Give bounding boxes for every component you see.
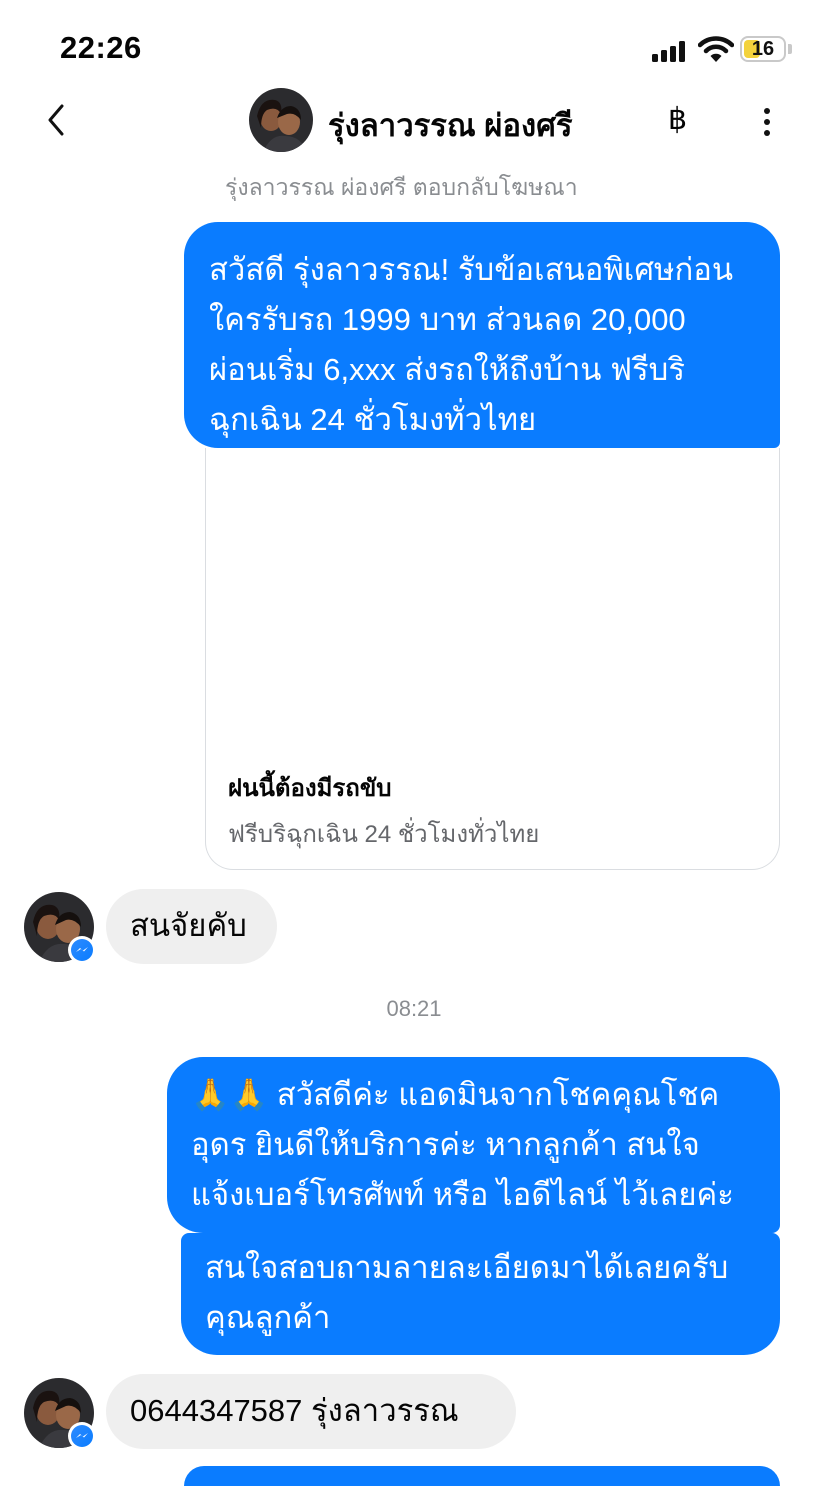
ad-card-subtitle: ฟรีบริฉุกเฉิน 24 ชั่วโมงทั่วไทย <box>228 821 540 848</box>
outgoing-message-partial[interactable] <box>184 1466 780 1486</box>
messenger-badge-icon <box>68 1422 96 1450</box>
more-options-icon[interactable] <box>760 104 774 140</box>
messenger-badge-icon <box>68 936 96 964</box>
battery-level: 16 <box>751 38 775 60</box>
wifi-icon <box>698 36 734 62</box>
outgoing-message[interactable]: 🙏🙏 สวัสดีค่ะ แอดมินจากโชคคุณโชค อุดร ยิน… <box>167 1057 780 1233</box>
ad-card-title: ฝนนี้ต้องมีรถขับ <box>228 775 392 802</box>
incoming-message[interactable]: สนจัยคับ <box>106 889 277 964</box>
message-line: สนใจสอบถามลายละเอียดมาได้เลยครับ <box>205 1250 729 1285</box>
ad-reply-note: รุ่งลาวรรณ ผ่องศรี ตอบกลับโฆษณา <box>225 174 578 200</box>
status-time: 22:26 <box>60 30 142 65</box>
message-line: แจ้งเบอร์โทรศัพท์ หรือ ไอดีไลน์ ไว้เลยค่… <box>191 1177 734 1212</box>
payment-baht-icon[interactable]: ฿ <box>668 102 687 137</box>
message-line: คุณลูกค้า <box>205 1300 331 1335</box>
cellular-signal-icon <box>652 40 688 62</box>
outgoing-message[interactable]: สวัสดี รุ่งลาวรรณ! รับข้อเสนอพิเศษก่อน ใ… <box>184 222 780 448</box>
message-line: สวัสดี รุ่งลาวรรณ! รับข้อเสนอพิเศษก่อน <box>209 252 734 287</box>
message-line: อุดร ยินดีให้บริการค่ะ หากลูกค้า สนใจ <box>191 1127 700 1162</box>
message-line: ใครรับรถ 1999 บาท ส่วนลด 20,000 <box>209 302 686 337</box>
message-line: 🙏🙏 สวัสดีค่ะ แอดมินจากโชคคุณโชค <box>191 1077 720 1112</box>
contact-name[interactable]: รุ่งลาวรรณ ผ่องศรี <box>328 100 573 150</box>
message-line: ฉุกเฉิน 24 ชั่วโมงทั่วไทย <box>209 402 537 437</box>
incoming-message[interactable]: 0644347587 รุ่งลาวรรณ <box>106 1374 516 1449</box>
message-timestamp: 08:21 <box>386 996 442 1021</box>
back-chevron-icon[interactable] <box>42 100 72 140</box>
message-line: ผ่อนเริ่ม 6,xxx ส่งรถให้ถึงบ้าน ฟรีบริ <box>209 352 686 387</box>
contact-avatar[interactable] <box>249 88 313 152</box>
battery-icon: 16 <box>740 36 786 62</box>
outgoing-message[interactable]: สนใจสอบถามลายละเอียดมาได้เลยครับ คุณลูกค… <box>181 1233 780 1355</box>
battery-tip <box>788 44 792 54</box>
